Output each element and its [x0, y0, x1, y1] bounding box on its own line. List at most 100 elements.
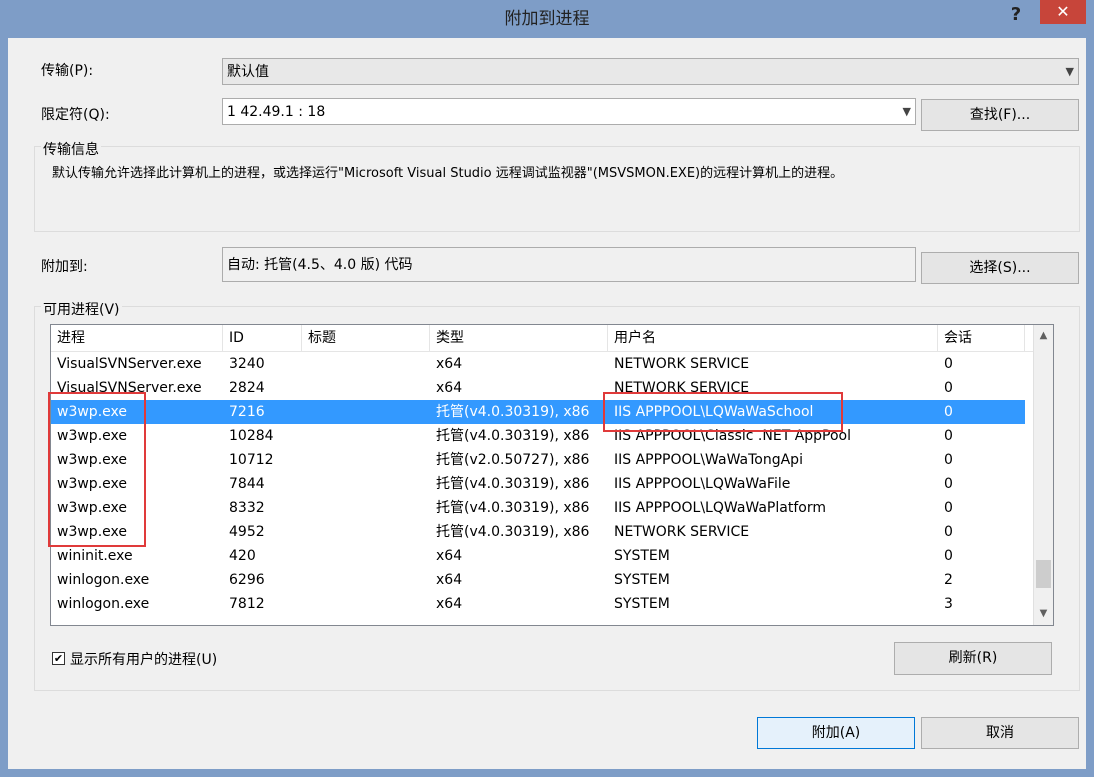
scroll-thumb[interactable]	[1036, 560, 1051, 588]
process-name-cell: winlogon.exe	[57, 596, 150, 612]
transport-label: 传输(P):	[41, 63, 94, 79]
process-user-cell: IIS APPPOOL\LQWaWaPlatform	[614, 500, 826, 516]
process-id-cell: 2824	[229, 380, 265, 396]
window-title: 附加到进程	[504, 9, 590, 29]
process-user-cell: IIS APPPOOL\LQWaWaFile	[614, 476, 791, 492]
process-title-cell	[302, 448, 430, 472]
process-type-cell: 托管(v2.0.50727), x86	[436, 452, 590, 468]
table-row[interactable]: VisualSVNServer.exe 2824 x64 NETWORK SERVIC…	[51, 376, 1025, 400]
process-title-cell	[302, 544, 430, 568]
process-name-cell: VisualSVNServer.exe	[57, 356, 202, 372]
attach-to-field: 自动: 托管(4.5、4.0 版) 代码	[222, 247, 916, 282]
process-session-cell: 0	[944, 404, 953, 420]
qualifier-value: 1 42.49.1 : 18	[227, 104, 326, 120]
cancel-button[interactable]: 取消	[921, 717, 1079, 749]
table-row[interactable]: w3wp.exe 8332 托管(v4.0.30319), x86 IIS APPPO…	[51, 496, 1025, 520]
process-title-cell	[302, 352, 430, 376]
help-icon[interactable]: ?	[1004, 4, 1028, 26]
process-list-header: 进程 ID 标题 类型 用户名 会话	[51, 325, 1036, 352]
process-user-cell: IIS APPPOOL\WaWaTongApi	[614, 452, 803, 468]
process-session-cell: 0	[944, 452, 953, 468]
process-title-cell	[302, 520, 430, 544]
show-all-users-checkbox[interactable]: ✔	[52, 652, 65, 665]
table-row[interactable]: w3wp.exe 7844 托管(v4.0.30319), x86 IIS APPPO…	[51, 472, 1025, 496]
process-type-cell: 托管(v4.0.30319), x86	[436, 428, 590, 444]
process-type-cell: 托管(v4.0.30319), x86	[436, 524, 590, 540]
select-button[interactable]: 选择(S)...	[921, 252, 1079, 284]
process-session-cell: 0	[944, 356, 953, 372]
process-id-cell: 7812	[229, 596, 265, 612]
transport-info-title: 传输信息	[41, 139, 101, 159]
close-button[interactable]: ✕	[1040, 0, 1086, 24]
process-session-cell: 0	[944, 380, 953, 396]
process-session-cell: 2	[944, 572, 953, 588]
table-row[interactable]: VisualSVNServer.exe 3240 x64 NETWORK SERVIC…	[51, 352, 1025, 376]
chevron-down-icon[interactable]: ▼	[903, 99, 911, 125]
process-session-cell: 0	[944, 428, 953, 444]
transport-value: 默认值	[227, 64, 269, 80]
process-type-cell: 托管(v4.0.30319), x86	[436, 404, 590, 420]
process-id-cell: 7844	[229, 476, 265, 492]
check-icon: ✔	[53, 652, 64, 665]
process-session-cell: 3	[944, 596, 953, 612]
column-header-id[interactable]: ID	[223, 325, 302, 351]
process-title-cell	[302, 592, 430, 616]
process-type-cell: x64	[436, 548, 463, 564]
attach-button[interactable]: 附加(A)	[757, 717, 915, 749]
column-header-type[interactable]: 类型	[430, 325, 608, 351]
highlight-box-username	[603, 392, 843, 432]
qualifier-label: 限定符(Q):	[41, 107, 110, 123]
process-session-cell: 0	[944, 476, 953, 492]
transport-dropdown[interactable]: 默认值 ▼	[222, 58, 1079, 85]
table-row[interactable]: winlogon.exe 6296 x64 SYSTEM 2	[51, 568, 1025, 592]
process-user-cell: SYSTEM	[614, 596, 670, 612]
process-title-cell	[302, 496, 430, 520]
column-header-username[interactable]: 用户名	[608, 325, 938, 351]
attach-to-process-dialog: 附加到进程 ? ✕ 传输(P): 默认值 ▼ 限定符(Q): 1 42.49.1…	[0, 0, 1094, 777]
process-id-cell: 420	[229, 548, 256, 564]
transport-info-text: 默认传输允许选择此计算机上的进程，或选择运行"Microsoft Visual …	[52, 166, 844, 181]
process-user-cell: SYSTEM	[614, 572, 670, 588]
process-title-cell	[302, 400, 430, 424]
process-name-cell: winlogon.exe	[57, 572, 150, 588]
process-type-cell: 托管(v4.0.30319), x86	[436, 500, 590, 516]
scroll-up-icon[interactable]: ▲	[1034, 327, 1053, 344]
show-all-users-label[interactable]: 显示所有用户的进程(U)	[70, 649, 217, 669]
process-type-cell: x64	[436, 572, 463, 588]
table-row[interactable]: w3wp.exe 10284 托管(v4.0.30319), x86 IIS APPP…	[51, 424, 1025, 448]
column-header-process[interactable]: 进程	[51, 325, 223, 351]
process-type-cell: x64	[436, 596, 463, 612]
process-type-cell: x64	[436, 380, 463, 396]
table-row[interactable]: winlogon.exe 7812 x64 SYSTEM 3	[51, 592, 1025, 616]
find-button[interactable]: 查找(F)...	[921, 99, 1079, 131]
process-id-cell: 10284	[229, 428, 274, 444]
process-id-cell: 8332	[229, 500, 265, 516]
process-session-cell: 0	[944, 500, 953, 516]
process-list[interactable]: 进程 ID 标题 类型 用户名 会话 VisualSVNServer.exe 32…	[50, 324, 1054, 626]
table-row[interactable]: w3wp.exe 10712 托管(v2.0.50727), x86 IIS APPP…	[51, 448, 1025, 472]
process-user-cell: NETWORK SERVICE	[614, 524, 750, 540]
vertical-scrollbar[interactable]: ▲ ▼	[1033, 325, 1053, 625]
scroll-down-icon[interactable]: ▼	[1034, 605, 1053, 622]
process-session-cell: 0	[944, 548, 953, 564]
table-row[interactable]: wininit.exe 420 x64 SYSTEM 0	[51, 544, 1025, 568]
attach-to-label: 附加到:	[41, 259, 88, 275]
table-row[interactable]: w3wp.exe 7216 托管(v4.0.30319), x86 IIS APPPO…	[51, 400, 1025, 424]
refresh-button[interactable]: 刷新(R)	[894, 642, 1052, 675]
dialog-content: 传输(P): 默认值 ▼ 限定符(Q): 1 42.49.1 : 18 ▼ 查找…	[8, 38, 1086, 769]
process-id-cell: 6296	[229, 572, 265, 588]
process-id-cell: 10712	[229, 452, 274, 468]
attach-to-value: 自动: 托管(4.5、4.0 版) 代码	[227, 257, 413, 273]
title-bar: 附加到进程 ? ✕	[0, 0, 1094, 38]
table-row[interactable]: w3wp.exe 4952 托管(v4.0.30319), x86 NETWORK S…	[51, 520, 1025, 544]
qualifier-input[interactable]: 1 42.49.1 : 18 ▼	[222, 98, 916, 125]
process-id-cell: 3240	[229, 356, 265, 372]
process-type-cell: x64	[436, 356, 463, 372]
column-header-title[interactable]: 标题	[302, 325, 430, 351]
highlight-box-process-names	[48, 392, 146, 547]
process-session-cell: 0	[944, 524, 953, 540]
process-user-cell: SYSTEM	[614, 548, 670, 564]
available-processes-title: 可用进程(V)	[41, 299, 122, 319]
process-title-cell	[302, 424, 430, 448]
column-header-session[interactable]: 会话	[938, 325, 1025, 351]
